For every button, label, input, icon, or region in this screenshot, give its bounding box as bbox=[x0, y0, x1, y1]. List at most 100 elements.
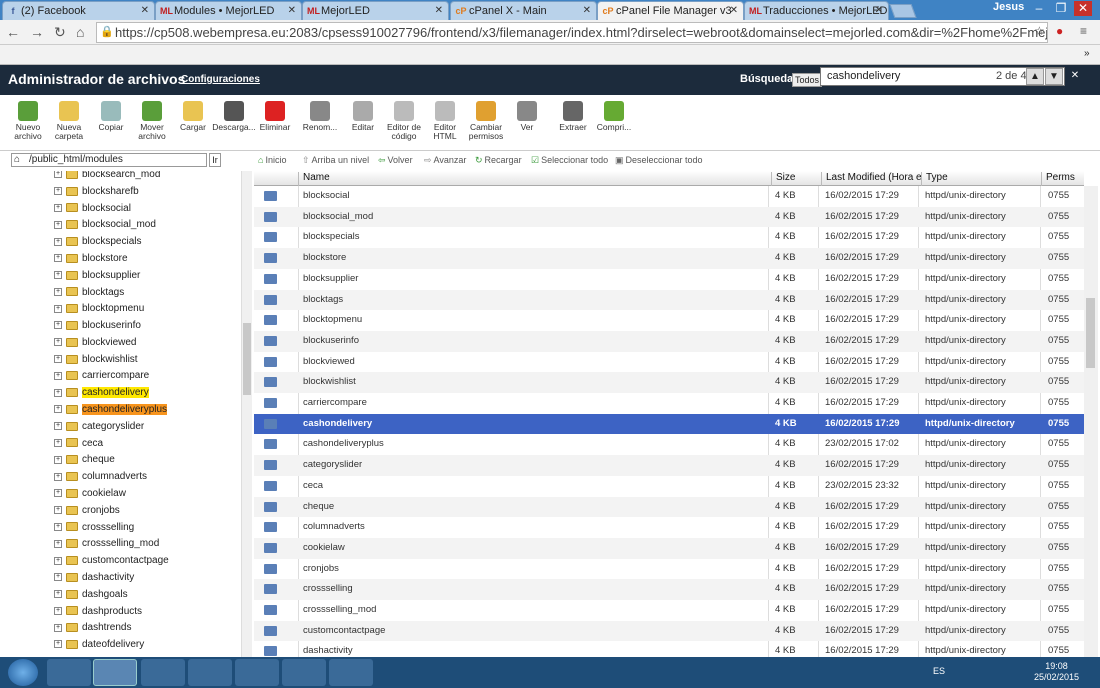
column-header[interactable]: Perms bbox=[1041, 172, 1084, 186]
tree-item[interactable]: + cashondelivery bbox=[54, 387, 149, 403]
menu-icon[interactable]: ≡ bbox=[1080, 24, 1087, 38]
table-row[interactable]: blockviewed 4 KB 16/02/2015 17:29 httpd/uni… bbox=[254, 352, 1084, 373]
toolbar-button-view[interactable]: Ver bbox=[505, 101, 549, 132]
bookmark-star-icon[interactable]: ☆ bbox=[1034, 24, 1045, 38]
expand-icon[interactable]: + bbox=[54, 171, 62, 179]
toolbar-button-compress[interactable]: Compri... bbox=[592, 101, 636, 132]
tab-close-icon[interactable]: ✕ bbox=[141, 5, 149, 16]
toolbar-button-html-editor[interactable]: Editor HTML bbox=[423, 101, 467, 141]
table-row[interactable]: cashondelivery 4 KB 16/02/2015 17:29 httpd/… bbox=[254, 413, 1084, 435]
nav-forward[interactable]: ⇨ Avanzar bbox=[424, 155, 466, 166]
table-row[interactable]: columnadverts 4 KB 16/02/2015 17:29 httpd/u… bbox=[254, 517, 1084, 538]
tree-item[interactable]: + blockstore bbox=[54, 253, 128, 269]
table-row[interactable]: customcontactpage 4 KB 16/02/2015 17:29 htt… bbox=[254, 620, 1084, 642]
nav-reload[interactable]: ↻ Recargar bbox=[475, 155, 522, 166]
browser-tab[interactable]: cP cPanel X - Main ✕ bbox=[450, 1, 597, 20]
expand-icon[interactable]: + bbox=[54, 506, 62, 515]
expand-icon[interactable]: + bbox=[54, 573, 62, 582]
table-row[interactable]: cashondeliveryplus 4 KB 23/02/2015 17:02 ht… bbox=[254, 434, 1084, 455]
browser-user[interactable]: Jesus bbox=[993, 1, 1024, 13]
tree-item[interactable]: + blocktopmenu bbox=[54, 303, 144, 319]
ie-icon[interactable] bbox=[47, 659, 91, 686]
table-row[interactable]: blockwishlist 4 KB 16/02/2015 17:29 httpd/u… bbox=[254, 372, 1084, 393]
reload-icon[interactable]: ↻ bbox=[54, 24, 66, 41]
expand-icon[interactable]: + bbox=[54, 590, 62, 599]
bookmarks-overflow-icon[interactable]: » bbox=[1084, 48, 1090, 59]
column-header[interactable]: Name bbox=[298, 172, 771, 186]
find-previous-icon[interactable]: ▲ bbox=[1026, 68, 1044, 85]
explorer-icon[interactable] bbox=[188, 659, 232, 686]
extension-icon[interactable]: ● bbox=[1056, 24, 1063, 38]
tree-item[interactable]: + blocksocial bbox=[54, 203, 131, 219]
table-row[interactable]: dashactivity 4 KB 16/02/2015 17:29 httpd/un… bbox=[254, 641, 1084, 657]
tree-item[interactable]: + blockspecials bbox=[54, 236, 141, 252]
language-indicator[interactable]: ES bbox=[933, 666, 945, 676]
expand-icon[interactable]: + bbox=[54, 321, 62, 330]
apps-icon[interactable] bbox=[141, 659, 185, 686]
expand-icon[interactable]: + bbox=[54, 422, 62, 431]
expand-icon[interactable]: + bbox=[54, 640, 62, 649]
toolbar-button-download[interactable]: Descarga... bbox=[212, 101, 256, 132]
chrome-icon[interactable] bbox=[93, 659, 137, 686]
tree-item[interactable]: + customcontactpage bbox=[54, 555, 169, 571]
tree-item[interactable]: + dashtrends bbox=[54, 622, 131, 638]
toolbar-button-rename[interactable]: Renom... bbox=[298, 101, 342, 132]
browser-tab[interactable]: ML Traducciones • MejorLED ✕ bbox=[744, 1, 889, 20]
url-input[interactable]: 🔒 https://cp508.webempresa.eu:2083/cpsess… bbox=[96, 22, 1048, 43]
expand-icon[interactable]: + bbox=[54, 355, 62, 364]
expand-icon[interactable]: + bbox=[54, 623, 62, 632]
minimize-icon[interactable]: – bbox=[1030, 1, 1048, 16]
table-row[interactable]: blockspecials 4 KB 16/02/2015 17:29 httpd/u… bbox=[254, 227, 1084, 248]
tree-item[interactable]: + blocksharefb bbox=[54, 186, 139, 202]
browser-tab[interactable]: ML Modules • MejorLED ✕ bbox=[155, 1, 302, 20]
nav-home[interactable]: ⌂ Inicio bbox=[258, 155, 286, 165]
tree-item[interactable]: + cashondeliveryplus bbox=[54, 404, 168, 420]
tree-item[interactable]: + dashactivity bbox=[54, 572, 134, 588]
table-row[interactable]: crossselling_mod 4 KB 16/02/2015 17:29 http… bbox=[254, 600, 1084, 621]
toolbar-button-copy[interactable]: Copiar bbox=[89, 101, 133, 132]
tree-item[interactable]: + ceca bbox=[54, 438, 103, 454]
expand-icon[interactable]: + bbox=[54, 438, 62, 447]
expand-icon[interactable]: + bbox=[54, 522, 62, 531]
tree-item[interactable]: + cheque bbox=[54, 454, 115, 470]
table-row[interactable]: crossselling 4 KB 16/02/2015 17:29 httpd/un… bbox=[254, 579, 1084, 600]
expand-icon[interactable]: + bbox=[54, 203, 62, 212]
expand-icon[interactable]: + bbox=[54, 371, 62, 380]
table-row[interactable]: categoryslider 4 KB 16/02/2015 17:29 httpd/… bbox=[254, 455, 1084, 476]
table-row[interactable]: blocktags 4 KB 16/02/2015 17:29 httpd/unix-… bbox=[254, 289, 1084, 311]
tree-scrollbar[interactable] bbox=[241, 171, 252, 657]
nav-select-all[interactable]: ☑ Seleccionar todo bbox=[531, 155, 608, 166]
expand-icon[interactable]: + bbox=[54, 455, 62, 464]
expand-icon[interactable]: + bbox=[54, 388, 62, 397]
table-scrollbar[interactable] bbox=[1084, 186, 1098, 657]
toolbar-button-delete[interactable]: Eliminar bbox=[253, 101, 297, 132]
search-scope-select[interactable]: Todos bbox=[792, 73, 823, 87]
tab-close-icon[interactable]: ✕ bbox=[583, 5, 591, 16]
browser-tab[interactable]: f (2) Facebook ✕ bbox=[2, 1, 155, 20]
tree-item[interactable]: + carriercompare bbox=[54, 370, 149, 386]
find-close-icon[interactable]: ✕ bbox=[1066, 68, 1084, 85]
go-button[interactable]: Ir bbox=[209, 153, 221, 167]
table-scrollbar-thumb[interactable] bbox=[1086, 298, 1095, 368]
table-row[interactable]: blocktopmenu 4 KB 16/02/2015 17:29 httpd/un… bbox=[254, 310, 1084, 331]
tree-item[interactable]: + crossselling_mod bbox=[54, 538, 159, 554]
tree-item[interactable]: + blockuserinfo bbox=[54, 320, 141, 336]
start-button[interactable] bbox=[8, 659, 38, 686]
media-icon[interactable] bbox=[235, 659, 279, 686]
toolbar-button-edit[interactable]: Editar bbox=[341, 101, 385, 132]
table-row[interactable]: cronjobs 4 KB 16/02/2015 17:29 httpd/unix-d… bbox=[254, 559, 1084, 580]
expand-icon[interactable]: + bbox=[54, 271, 62, 280]
expand-icon[interactable]: + bbox=[54, 338, 62, 347]
expand-icon[interactable]: + bbox=[54, 472, 62, 481]
new-tab-button[interactable] bbox=[889, 4, 917, 18]
table-row[interactable]: blocksocial_mod 4 KB 16/02/2015 17:29 httpd… bbox=[254, 206, 1084, 228]
toolbar-button-upload[interactable]: Cargar bbox=[171, 101, 215, 132]
expand-icon[interactable]: + bbox=[54, 539, 62, 548]
expand-icon[interactable]: + bbox=[54, 287, 62, 296]
expand-icon[interactable]: + bbox=[54, 254, 62, 263]
tab-close-icon[interactable]: ✕ bbox=[288, 5, 296, 16]
system-clock[interactable]: 19:08 25/02/2015 bbox=[1034, 661, 1079, 683]
toolbar-button-code-editor[interactable]: Editor de código bbox=[382, 101, 426, 141]
tree-item[interactable]: + blocksupplier bbox=[54, 270, 140, 286]
nav-back[interactable]: ⇦ Volver bbox=[378, 155, 413, 166]
